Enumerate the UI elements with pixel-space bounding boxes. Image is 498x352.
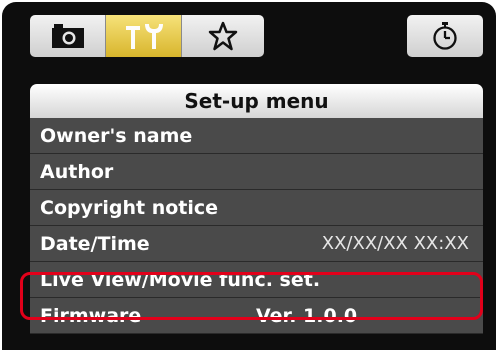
menu-item-live-view-movie-func-set[interactable]: Live View/Movie func. set. — [30, 262, 483, 298]
menu-item-owners-name[interactable]: Owner's name — [30, 118, 483, 154]
menu-item-label: Owner's name — [40, 124, 193, 147]
tab-setup[interactable] — [106, 15, 182, 57]
menu-item-firmware[interactable]: Firmware Ver. 1.0.0 — [30, 298, 483, 334]
wrench-icon — [123, 22, 165, 50]
menu-item-label: Firmware — [40, 304, 142, 327]
stopwatch-icon — [431, 21, 459, 51]
tab-timer[interactable] — [407, 15, 483, 57]
date-time-value: XX/XX/XX XX:XX — [321, 233, 469, 254]
menu-list: Owner's name Author Copyright notice Dat… — [30, 118, 483, 334]
camera-icon — [51, 23, 85, 49]
menu-item-label: Copyright notice — [40, 196, 219, 219]
tab-shooting[interactable] — [30, 15, 106, 57]
menu-item-label: Date/Time — [40, 232, 150, 255]
menu-item-label: Live View/Movie func. set. — [40, 268, 321, 291]
tab-my-menu[interactable] — [182, 15, 264, 57]
menu-window: Set-up menu Owner's name Author Copyrigh… — [2, 2, 496, 350]
star-icon — [207, 21, 239, 51]
menu-tab-bar — [2, 2, 496, 84]
menu-item-label: Author — [40, 160, 114, 183]
firmware-version-value: Ver. 1.0.0 — [256, 304, 358, 327]
menu-item-author[interactable]: Author — [30, 154, 483, 190]
menu-item-date-time[interactable]: Date/Time XX/XX/XX XX:XX — [30, 226, 483, 262]
menu-title: Set-up menu — [30, 84, 483, 118]
setup-menu-panel: Set-up menu Owner's name Author Copyrigh… — [30, 84, 483, 350]
menu-item-copyright-notice[interactable]: Copyright notice — [30, 190, 483, 226]
